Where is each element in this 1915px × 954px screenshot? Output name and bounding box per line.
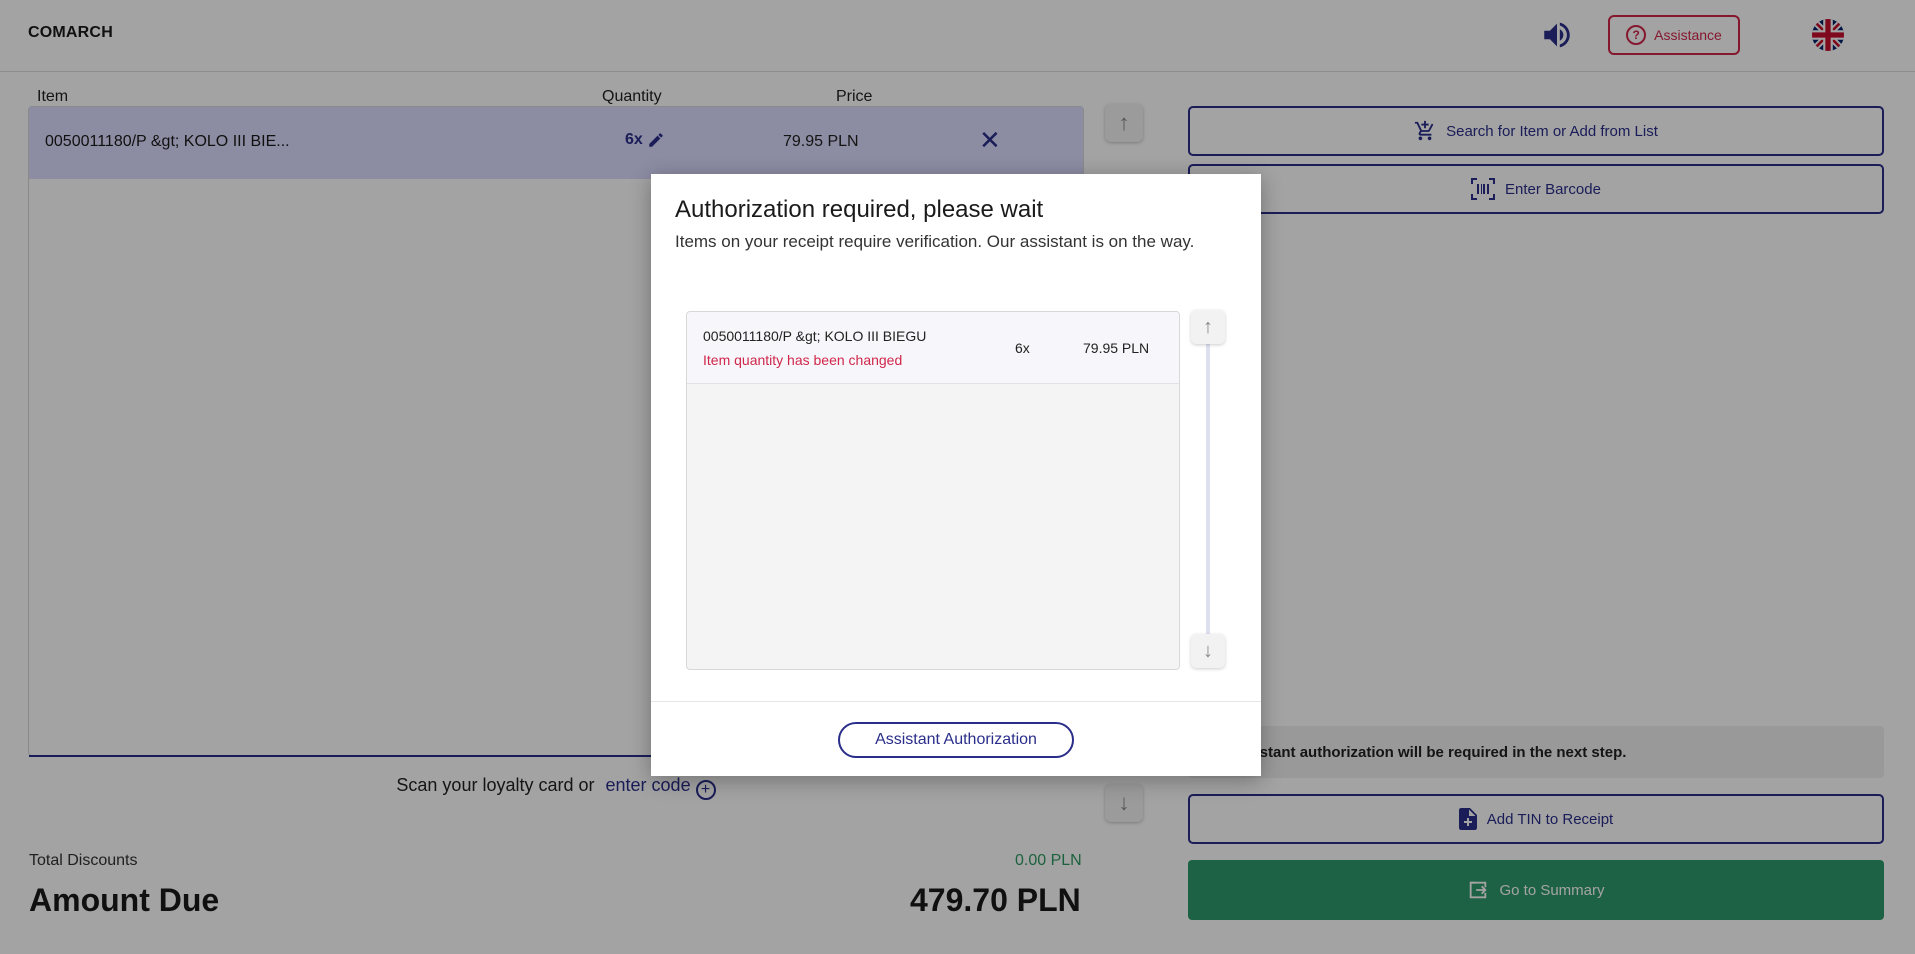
authorization-dialog: Authorization required, please wait Item… (651, 174, 1261, 776)
arrow-down-icon: ↓ (1203, 639, 1213, 662)
dialog-scroll-down-button[interactable]: ↓ (1191, 634, 1225, 668)
dialog-item-name: 0050011180/P &gt; KOLO III BIEGU (703, 328, 927, 344)
dialog-item-warning: Item quantity has been changed (703, 352, 903, 368)
dialog-scrollbar[interactable] (1206, 338, 1210, 648)
table-row: 0050011180/P &gt; KOLO III BIEGU Item qu… (687, 312, 1179, 384)
dialog-item-list: 0050011180/P &gt; KOLO III BIEGU Item qu… (686, 311, 1180, 670)
arrow-up-icon: ↑ (1203, 315, 1213, 338)
dialog-divider (651, 701, 1261, 702)
dialog-title: Authorization required, please wait (675, 196, 1044, 223)
dialog-item-quantity: 6x (1015, 340, 1030, 356)
dialog-item-price: 79.95 PLN (1083, 340, 1150, 356)
dialog-subtitle: Items on your receipt require verificati… (675, 232, 1195, 251)
assistant-authorization-button[interactable]: Assistant Authorization (838, 722, 1074, 758)
dialog-scroll-up-button[interactable]: ↑ (1191, 310, 1225, 344)
